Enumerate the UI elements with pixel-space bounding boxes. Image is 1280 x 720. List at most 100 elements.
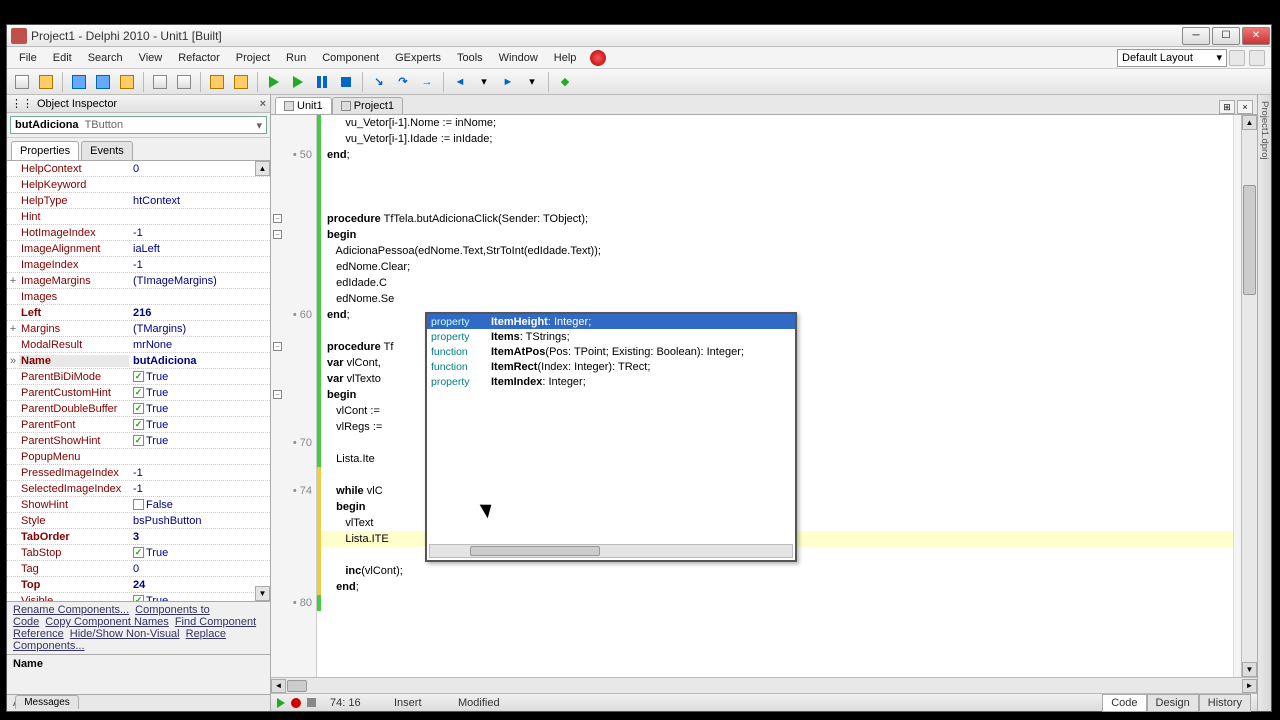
- menu-component[interactable]: Component: [314, 49, 387, 67]
- run-nodebug-button[interactable]: [287, 71, 309, 93]
- new-button[interactable]: [11, 71, 33, 93]
- close-tab-button[interactable]: ×: [1237, 100, 1253, 114]
- property-value[interactable]: True: [129, 419, 270, 431]
- code-completion-popup[interactable]: propertyItemHeight: Integer;propertyItem…: [425, 312, 797, 562]
- menu-project[interactable]: Project: [228, 49, 278, 67]
- split-view-button[interactable]: ⊞: [1219, 100, 1235, 114]
- maximize-button[interactable]: ☐: [1212, 27, 1240, 45]
- checkbox-icon[interactable]: [133, 499, 144, 510]
- stop-button[interactable]: [335, 71, 357, 93]
- property-value[interactable]: True: [129, 371, 270, 383]
- fold-icon[interactable]: −: [273, 390, 282, 399]
- property-row[interactable]: HotImageIndex-1: [7, 225, 270, 241]
- property-value[interactable]: -1: [129, 227, 270, 239]
- menu-window[interactable]: Window: [491, 49, 546, 67]
- property-row[interactable]: Tag0: [7, 561, 270, 577]
- property-row[interactable]: ParentFontTrue: [7, 417, 270, 433]
- property-row[interactable]: ImageIndex-1: [7, 257, 270, 273]
- code-line[interactable]: edNome.Clear;: [321, 259, 1233, 275]
- redo-button[interactable]: [230, 71, 252, 93]
- property-row[interactable]: HelpTypehtContext: [7, 193, 270, 209]
- code-line[interactable]: vu_Vetor[i-1].Idade := inIdade;: [321, 131, 1233, 147]
- property-value[interactable]: 216: [129, 307, 270, 319]
- property-value[interactable]: bsPushButton: [129, 515, 270, 527]
- open-button[interactable]: [35, 71, 57, 93]
- forward-menu-button[interactable]: ▾: [521, 71, 543, 93]
- menu-help[interactable]: Help: [546, 49, 585, 67]
- property-value[interactable]: 3: [129, 531, 270, 543]
- inspector-link[interactable]: Hide/Show Non-Visual: [70, 628, 180, 640]
- property-row[interactable]: HelpKeyword: [7, 177, 270, 193]
- tab-design[interactable]: Design: [1147, 694, 1199, 712]
- tab-events[interactable]: Events: [81, 141, 133, 160]
- minimize-button[interactable]: ─: [1182, 27, 1210, 45]
- property-row[interactable]: ParentCustomHintTrue: [7, 385, 270, 401]
- property-row[interactable]: VisibleTrue: [7, 593, 270, 601]
- code-line[interactable]: [321, 195, 1233, 211]
- layout-delete-icon[interactable]: [1249, 50, 1265, 66]
- editor-tab-project1[interactable]: Project1: [332, 97, 403, 114]
- property-value[interactable]: mrNone: [129, 339, 270, 351]
- step-over-button[interactable]: ↷: [392, 71, 414, 93]
- property-value[interactable]: 24: [129, 579, 270, 591]
- property-row[interactable]: Left216: [7, 305, 270, 321]
- property-row[interactable]: TabOrder3: [7, 529, 270, 545]
- code-line[interactable]: end;: [321, 579, 1233, 595]
- docked-panels-right[interactable]: Project1.dproj: [1257, 95, 1271, 711]
- code-line[interactable]: [321, 179, 1233, 195]
- property-row[interactable]: ShowHintFalse: [7, 497, 270, 513]
- property-value[interactable]: False: [129, 499, 270, 511]
- property-row[interactable]: StylebsPushButton: [7, 513, 270, 529]
- menu-search[interactable]: Search: [80, 49, 131, 67]
- expand-icon[interactable]: »: [7, 355, 19, 367]
- scroll-down-icon[interactable]: ▼: [1242, 662, 1257, 677]
- component-selector[interactable]: butAdiciona TButton ▾: [10, 116, 267, 134]
- fold-icon[interactable]: −: [273, 230, 282, 239]
- code-line[interactable]: begin: [321, 227, 1233, 243]
- property-row[interactable]: +ImageMargins(TImageMargins): [7, 273, 270, 289]
- fold-icon[interactable]: −: [273, 342, 282, 351]
- tab-properties[interactable]: Properties: [11, 141, 79, 160]
- property-value[interactable]: butAdiciona: [129, 355, 270, 367]
- property-row[interactable]: PopupMenu: [7, 449, 270, 465]
- property-value[interactable]: -1: [129, 483, 270, 495]
- property-row[interactable]: Images: [7, 289, 270, 305]
- macro-play-icon[interactable]: [277, 698, 285, 708]
- inspector-titlebar[interactable]: ⋮⋮ Object Inspector ×: [7, 95, 270, 113]
- autocomplete-scrollbar[interactable]: [429, 544, 793, 558]
- property-value[interactable]: True: [129, 435, 270, 447]
- forward-button[interactable]: ►: [497, 71, 519, 93]
- editor-tab-unit1[interactable]: Unit1: [275, 97, 332, 114]
- run-button[interactable]: [263, 71, 285, 93]
- vertical-scrollbar[interactable]: ▲ ▼: [1241, 115, 1257, 677]
- menu-file[interactable]: File: [11, 49, 45, 67]
- code-line[interactable]: AdicionaPessoa(edNome.Text,StrToInt(edId…: [321, 243, 1233, 259]
- remove-file-button[interactable]: [173, 71, 195, 93]
- debug-icon[interactable]: [590, 50, 606, 66]
- property-value[interactable]: True: [129, 403, 270, 415]
- property-row[interactable]: PressedImageIndex-1: [7, 465, 270, 481]
- property-value[interactable]: htContext: [129, 195, 270, 207]
- property-row[interactable]: +Margins(TMargins): [7, 321, 270, 337]
- back-button[interactable]: ◄: [449, 71, 471, 93]
- checkbox-icon[interactable]: [133, 403, 144, 414]
- property-row[interactable]: SelectedImageIndex-1: [7, 481, 270, 497]
- layout-combo[interactable]: Default Layout ▾: [1117, 49, 1227, 67]
- open-project-button[interactable]: [116, 71, 138, 93]
- property-value[interactable]: True: [129, 595, 270, 602]
- property-value[interactable]: iaLeft: [129, 243, 270, 255]
- property-value[interactable]: True: [129, 547, 270, 559]
- scroll-thumb[interactable]: [470, 546, 600, 556]
- completion-item[interactable]: propertyItemHeight: Integer;: [427, 314, 795, 329]
- completion-item[interactable]: propertyItems: TStrings;: [427, 329, 795, 344]
- property-value[interactable]: -1: [129, 259, 270, 271]
- inspector-link[interactable]: Rename Components...: [13, 604, 129, 616]
- scroll-up-icon[interactable]: ▲: [1242, 115, 1257, 130]
- code-line[interactable]: edNome.Se: [321, 291, 1233, 307]
- run-to-cursor-button[interactable]: →: [416, 71, 438, 93]
- scroll-thumb[interactable]: [1243, 185, 1256, 295]
- menu-tools[interactable]: Tools: [449, 49, 491, 67]
- checkbox-icon[interactable]: [133, 419, 144, 430]
- code-line[interactable]: [321, 595, 1233, 611]
- property-row[interactable]: ImageAlignmentiaLeft: [7, 241, 270, 257]
